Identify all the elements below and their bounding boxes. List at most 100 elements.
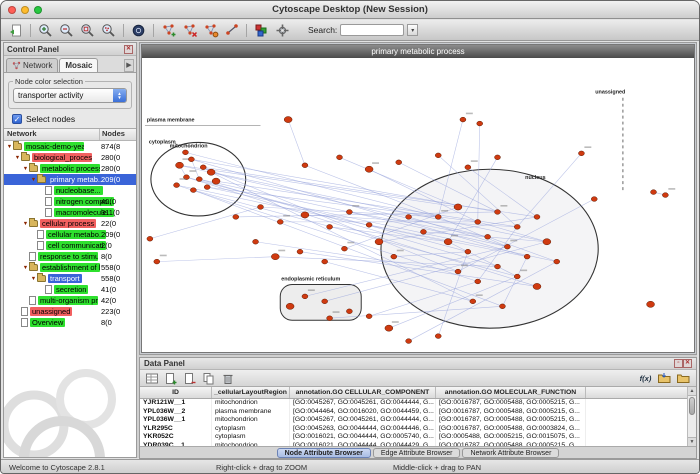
close-button[interactable] bbox=[8, 6, 16, 14]
network-node[interactable] bbox=[651, 190, 657, 195]
search-options-icon[interactable]: ▾ bbox=[407, 24, 418, 36]
network-node[interactable] bbox=[302, 294, 308, 299]
tree-row[interactable]: nucleobase... bbox=[4, 185, 136, 196]
network-node[interactable] bbox=[396, 160, 402, 165]
tree-row[interactable]: ▼cellular process22(0 bbox=[4, 218, 136, 229]
tree-row[interactable]: ▼mosaic-demo-yeast874(8 bbox=[4, 141, 136, 152]
network-node[interactable] bbox=[253, 239, 259, 244]
network-node[interactable] bbox=[327, 224, 333, 229]
float-panel-icon[interactable]: ✕ bbox=[124, 45, 133, 54]
add-node-icon[interactable] bbox=[201, 22, 220, 39]
trash-icon[interactable] bbox=[219, 371, 236, 385]
new-attribute-icon[interactable] bbox=[162, 371, 179, 385]
network-node[interactable] bbox=[534, 215, 540, 220]
tree-row[interactable]: response to stimul...8(0 bbox=[4, 251, 136, 262]
network-node[interactable] bbox=[233, 215, 239, 220]
network-node[interactable] bbox=[346, 210, 352, 215]
network-edge[interactable] bbox=[157, 257, 275, 262]
network-node[interactable] bbox=[444, 239, 452, 245]
table-row[interactable]: YLR295Ccytoplasm[GO:0045263, GO:0044444,… bbox=[140, 425, 696, 434]
network-node[interactable] bbox=[435, 153, 441, 158]
network-node[interactable] bbox=[578, 151, 584, 156]
node-color-dropdown[interactable]: transporter activity ▲▼ bbox=[13, 88, 127, 103]
zoom-window-button[interactable] bbox=[34, 6, 42, 14]
network-node[interactable] bbox=[327, 316, 333, 321]
network-node[interactable] bbox=[212, 178, 220, 184]
network-node[interactable] bbox=[322, 259, 328, 264]
network-node[interactable] bbox=[258, 205, 264, 210]
scroll-down-icon[interactable]: ▼ bbox=[688, 437, 696, 446]
vizmapper-icon[interactable] bbox=[252, 22, 271, 39]
tree-row[interactable]: macromolecule...311(0 bbox=[4, 207, 136, 218]
column-header-region[interactable]: _cellularLayoutRegion bbox=[212, 387, 290, 398]
network-node[interactable] bbox=[591, 197, 597, 202]
network-node[interactable] bbox=[514, 224, 520, 229]
network-node[interactable] bbox=[477, 121, 483, 126]
tab-scroll-right-icon[interactable]: ▶ bbox=[124, 59, 134, 72]
network-node[interactable] bbox=[188, 157, 194, 162]
minimize-button[interactable] bbox=[21, 6, 29, 14]
tree-row[interactable]: ▼primary metab...209(0 bbox=[4, 174, 136, 185]
network-node[interactable] bbox=[499, 304, 505, 309]
scroll-up-icon[interactable]: ▲ bbox=[688, 387, 696, 396]
network-node[interactable] bbox=[297, 249, 303, 254]
tree-row[interactable]: cellular metabo...209(0 bbox=[4, 229, 136, 240]
network-node[interactable] bbox=[435, 334, 441, 339]
document-icon[interactable] bbox=[6, 22, 25, 39]
network-edge[interactable] bbox=[288, 120, 305, 166]
network-canvas[interactable]: mitochondrionnucleusendoplasmic reticulu… bbox=[142, 58, 694, 352]
network-node[interactable] bbox=[504, 244, 510, 249]
network-node[interactable] bbox=[465, 165, 471, 170]
network-node[interactable] bbox=[271, 254, 279, 260]
network-node[interactable] bbox=[341, 246, 347, 251]
network-node[interactable] bbox=[495, 155, 501, 160]
network-node[interactable] bbox=[147, 236, 153, 241]
network-node[interactable] bbox=[391, 254, 397, 259]
network-node[interactable] bbox=[533, 283, 541, 289]
float-data-panel-icon[interactable]: ▫ bbox=[674, 359, 683, 368]
plugin-manager-icon[interactable] bbox=[273, 22, 292, 39]
network-node[interactable] bbox=[301, 212, 309, 218]
import-attributes-icon[interactable] bbox=[656, 371, 673, 385]
expand-arrow-icon[interactable]: ▼ bbox=[30, 276, 37, 282]
network-node[interactable] bbox=[514, 274, 520, 279]
table-row[interactable]: YPL036W__2plasma membrane[GO:0044464, GO… bbox=[140, 408, 696, 417]
network-node[interactable] bbox=[154, 259, 160, 264]
network-node[interactable] bbox=[495, 210, 501, 215]
network-node[interactable] bbox=[385, 325, 393, 331]
expand-arrow-icon[interactable]: ▼ bbox=[6, 144, 13, 150]
network-node[interactable] bbox=[524, 254, 530, 259]
network-node[interactable] bbox=[543, 239, 551, 245]
tree-row[interactable]: cell communicati...2(0 bbox=[4, 240, 136, 251]
zoom-in-icon[interactable] bbox=[36, 22, 55, 39]
network-node[interactable] bbox=[207, 169, 215, 175]
tab-edge-attribute-browser[interactable]: Edge Attribute Browser bbox=[373, 448, 461, 458]
network-node[interactable] bbox=[277, 220, 283, 225]
network-node[interactable] bbox=[406, 215, 412, 220]
network-node[interactable] bbox=[485, 234, 491, 239]
table-row[interactable]: YJR121W__1mitochondrion[GO:0045267, GO:0… bbox=[140, 399, 696, 408]
zoom-selected-icon[interactable] bbox=[99, 22, 118, 39]
network-node[interactable] bbox=[200, 165, 206, 170]
network-node[interactable] bbox=[475, 279, 481, 284]
network-node[interactable] bbox=[554, 259, 560, 264]
tree-row[interactable]: ▼establishment of lo...558(0 bbox=[4, 262, 136, 273]
copy-attribute-icon[interactable] bbox=[200, 371, 217, 385]
attribute-select-icon[interactable] bbox=[143, 371, 160, 385]
network-node[interactable] bbox=[176, 162, 184, 168]
select-nodes-checkbox[interactable]: ✓ bbox=[12, 114, 22, 124]
expand-arrow-icon[interactable]: ▼ bbox=[22, 166, 29, 172]
tree-column-nodes[interactable]: Nodes bbox=[100, 129, 136, 140]
tree-row[interactable]: ▼transport558(0 bbox=[4, 273, 136, 284]
network-node[interactable] bbox=[495, 264, 501, 269]
network-node[interactable] bbox=[284, 117, 292, 123]
network-node[interactable] bbox=[465, 249, 471, 254]
tree-row[interactable]: secretion41(0 bbox=[4, 284, 136, 295]
tree-row[interactable]: Overview8(0 bbox=[4, 317, 136, 328]
network-node[interactable] bbox=[647, 301, 655, 307]
tab-node-attribute-browser[interactable]: Node Attribute Browser bbox=[277, 448, 371, 458]
network-node[interactable] bbox=[366, 222, 372, 227]
column-header-molecular-function[interactable]: annotation.GO MOLECULAR_FUNCTION bbox=[436, 387, 586, 398]
column-header-cellular-component[interactable]: annotation.GO CELLULAR_COMPONENT bbox=[290, 387, 436, 398]
network-node[interactable] bbox=[302, 163, 308, 168]
